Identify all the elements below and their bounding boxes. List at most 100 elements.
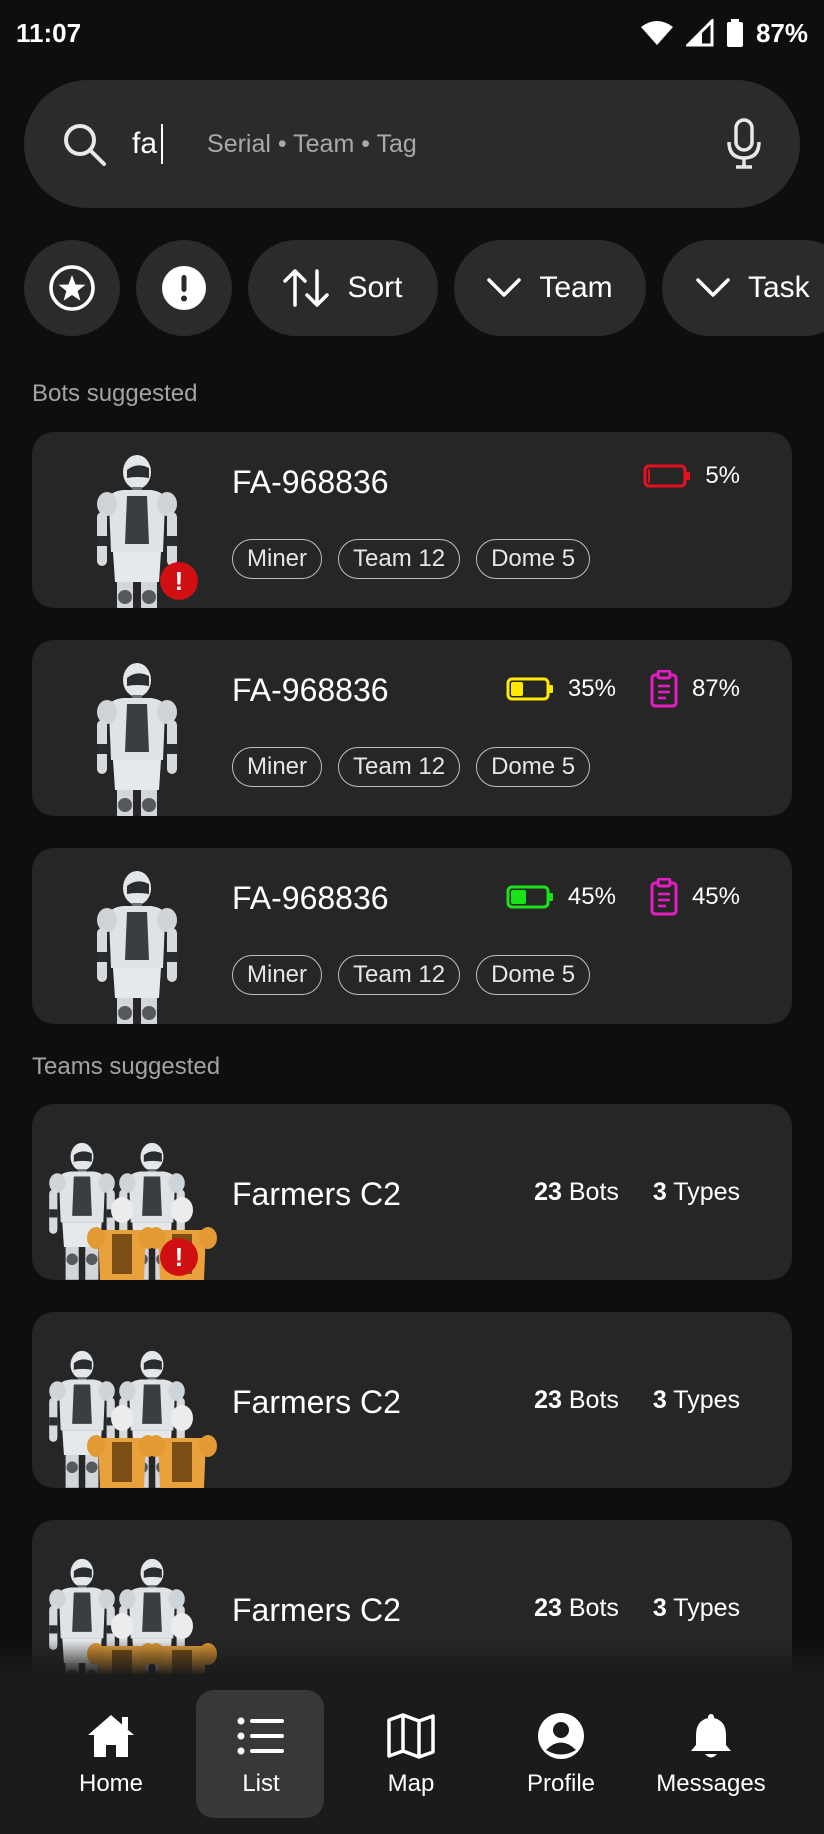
bots-count: 23 xyxy=(534,1386,562,1414)
battery-percent: 87% xyxy=(755,17,808,48)
sort-button[interactable]: Sort xyxy=(248,240,438,336)
sort-icon xyxy=(283,269,330,307)
teams-section-label: Teams suggested xyxy=(32,1053,221,1080)
battery-icon xyxy=(506,677,553,701)
alert-badge: ! xyxy=(160,1238,198,1276)
bots-count-label: Bots xyxy=(568,1594,619,1622)
task-progress: 87% xyxy=(691,675,740,702)
chevron-down-icon xyxy=(487,278,522,297)
types-count-stat: 3 Types xyxy=(653,1178,740,1207)
bot-name: FA-968836 xyxy=(232,672,389,708)
team-filter-label: Team xyxy=(539,271,613,304)
battery-icon xyxy=(643,464,691,488)
scroll-fade xyxy=(0,1640,824,1676)
map-icon xyxy=(385,1710,437,1762)
bot-photo xyxy=(97,663,177,816)
team-photo xyxy=(49,1350,217,1488)
team-card[interactable]: ! Farmers C2 23 Bots 3 Types xyxy=(32,1104,792,1280)
bots-count-stat: 23 Bots xyxy=(534,1386,619,1415)
text-cursor xyxy=(161,124,164,164)
bots-count-label: Bots xyxy=(568,1178,619,1206)
tag-chip[interactable]: Miner xyxy=(232,955,323,995)
team-stats: 23 Bots 3 Types xyxy=(534,1386,740,1415)
battery-icon xyxy=(506,885,553,909)
types-count-stat: 3 Types xyxy=(653,1386,740,1415)
star-icon xyxy=(49,265,95,311)
battery-stat: 45% xyxy=(506,883,616,911)
bots-count-label: Bots xyxy=(568,1386,619,1414)
bots-count: 23 xyxy=(534,1178,562,1206)
profile-icon xyxy=(535,1710,587,1762)
tag-chip[interactable]: Team 12 xyxy=(338,955,461,995)
tag-chip[interactable]: Dome 5 xyxy=(476,747,591,787)
nav-label: Profile xyxy=(526,1770,596,1797)
team-filter-dropdown[interactable]: Team xyxy=(454,240,646,336)
team-photo xyxy=(49,1142,217,1280)
tag-chip[interactable]: Miner xyxy=(232,747,323,787)
team-name: Farmers C2 xyxy=(232,1384,401,1420)
nav-messages[interactable]: Messages xyxy=(636,1674,786,1798)
status-time: 11:07 xyxy=(16,17,82,48)
types-count: 3 xyxy=(652,1594,667,1622)
tag-chip[interactable]: Team 12 xyxy=(338,747,461,787)
bot-card[interactable]: FA-968836 35% 87% Miner Team 12 Dome 5 xyxy=(32,640,792,816)
tag-chip[interactable]: Dome 5 xyxy=(476,539,591,579)
team-stats: 23 Bots 3 Types xyxy=(534,1178,740,1207)
task-filter-dropdown[interactable]: Task xyxy=(662,240,824,336)
battery-level: 5% xyxy=(705,462,740,489)
tag-chip[interactable]: Miner xyxy=(232,539,323,579)
bot-tags: Miner Team 12 Dome 5 xyxy=(232,539,591,579)
battery-stat: 5% xyxy=(643,462,740,490)
types-count-label: Types xyxy=(673,1178,740,1206)
bot-stats: 45% 45% xyxy=(506,878,740,916)
bell-icon xyxy=(685,1710,737,1762)
nav-map[interactable]: Map xyxy=(336,1674,486,1798)
microphone-icon[interactable] xyxy=(724,118,764,170)
team-name: Farmers C2 xyxy=(232,1592,401,1628)
task-stat: 87% xyxy=(650,670,740,708)
search-query: fa xyxy=(132,127,158,160)
bot-name: FA-968836 xyxy=(232,880,389,916)
bot-stats: 35% 87% xyxy=(506,670,740,708)
sort-label: Sort xyxy=(347,271,403,304)
alerts-filter-button[interactable] xyxy=(136,240,232,336)
bot-name: FA-968836 xyxy=(232,464,389,500)
bot-card[interactable]: ! FA-968836 5% Miner Team 12 Dome 5 xyxy=(32,432,792,608)
team-card[interactable]: Farmers C2 23 Bots 3 Types xyxy=(32,1312,792,1488)
battery-level: 45% xyxy=(567,883,616,910)
nav-label: Map xyxy=(387,1770,435,1797)
bot-stats: 5% xyxy=(643,462,740,490)
bot-photo xyxy=(97,871,177,1024)
task-filter-label: Task xyxy=(748,271,810,304)
search-input[interactable]: fa xyxy=(132,124,164,164)
alert-icon xyxy=(162,266,206,310)
wifi-icon xyxy=(640,21,673,45)
chevron-down-icon xyxy=(696,278,730,297)
bot-card[interactable]: FA-968836 45% 45% Miner Team 12 Dome 5 xyxy=(32,848,792,1024)
types-count-stat: 3 Types xyxy=(653,1594,740,1623)
nav-list[interactable]: List xyxy=(186,1674,336,1818)
tag-chip[interactable]: Team 12 xyxy=(338,539,461,579)
search-hint: Serial • Team • Tag xyxy=(207,129,417,158)
bot-photo xyxy=(97,455,177,608)
search-bar[interactable]: fa Serial • Team • Tag xyxy=(24,80,800,208)
nav-home[interactable]: Home xyxy=(36,1674,186,1798)
list-icon xyxy=(235,1710,287,1762)
home-icon xyxy=(85,1710,137,1762)
nav-profile[interactable]: Profile xyxy=(486,1674,636,1798)
alert-badge: ! xyxy=(160,562,198,600)
favorites-filter-button[interactable] xyxy=(24,240,120,336)
bots-section-label: Bots suggested xyxy=(32,380,198,407)
battery-icon xyxy=(726,19,743,47)
filter-chips: Sort Team Task xyxy=(24,240,824,336)
bots-count-stat: 23 Bots xyxy=(534,1178,619,1207)
types-count-label: Types xyxy=(673,1594,740,1622)
tag-chip[interactable]: Dome 5 xyxy=(476,955,591,995)
bots-count: 23 xyxy=(534,1594,562,1622)
types-count-label: Types xyxy=(673,1386,740,1414)
clipboard-icon xyxy=(650,878,678,916)
clipboard-icon xyxy=(650,670,678,708)
types-count: 3 xyxy=(652,1386,667,1414)
battery-stat: 35% xyxy=(506,675,616,703)
nav-label: List xyxy=(242,1770,280,1797)
